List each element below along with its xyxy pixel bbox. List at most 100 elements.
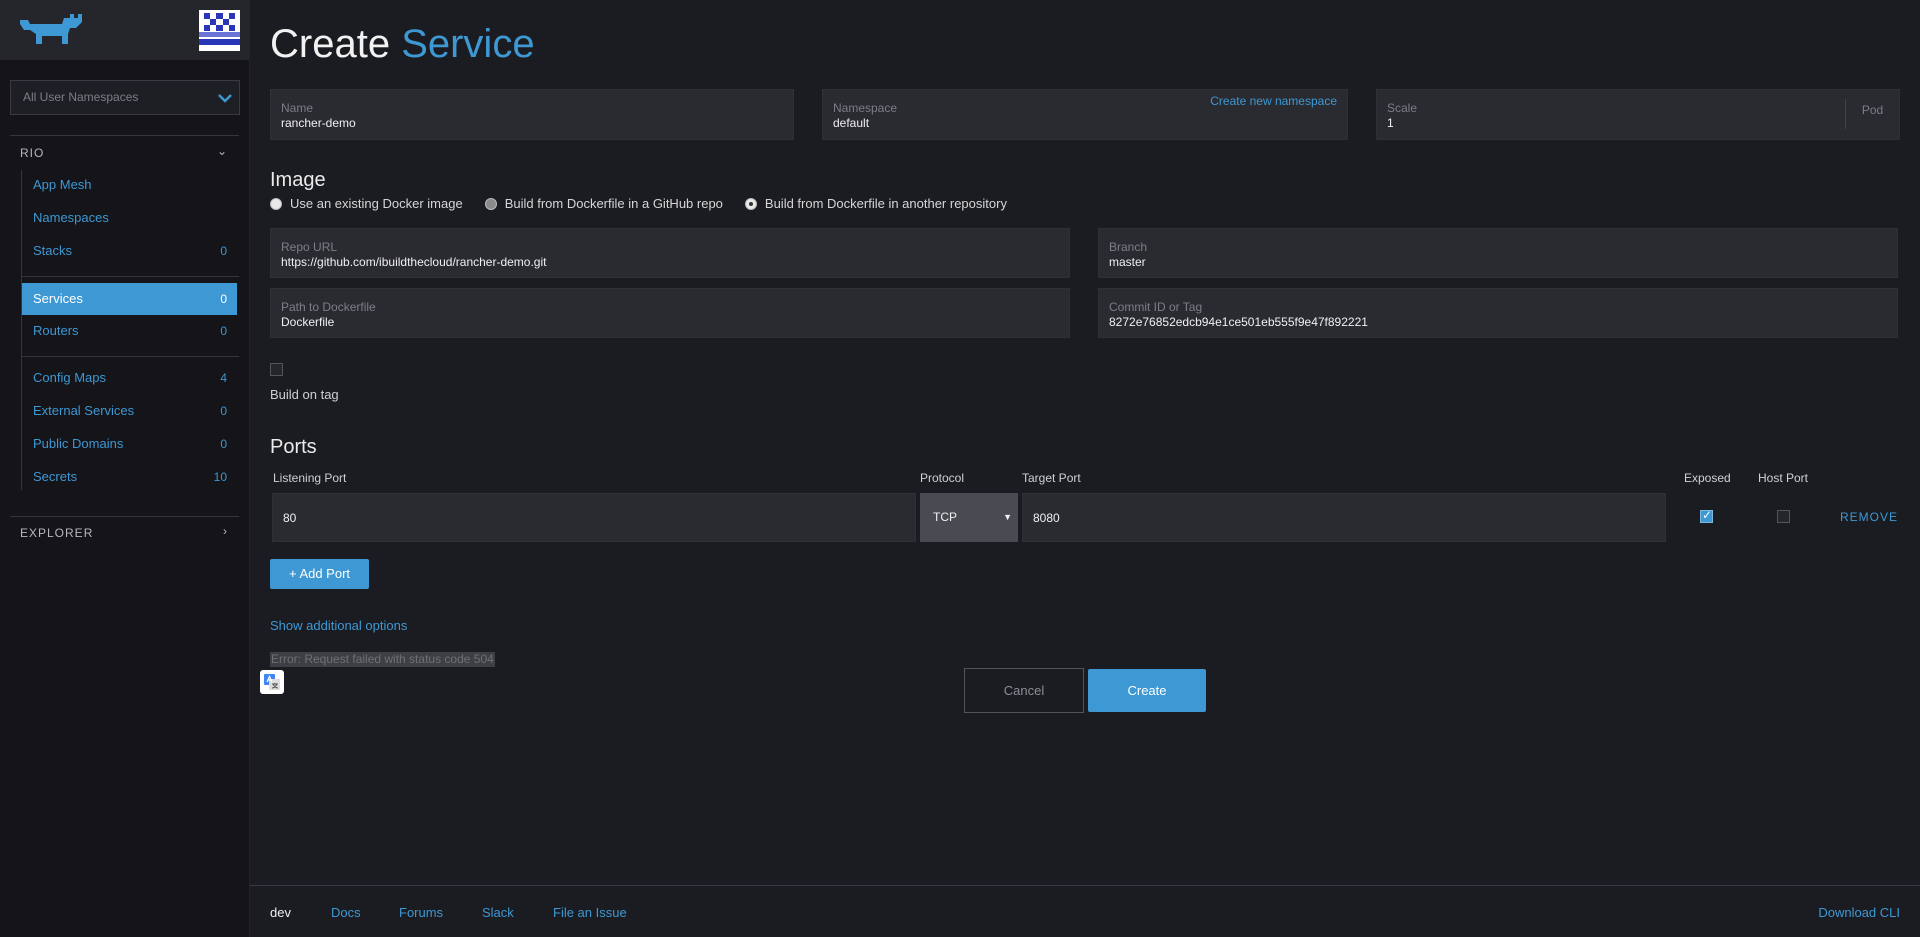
sidebar-item-external-services[interactable]: External Services 0 [22, 395, 237, 427]
radio-label: Build from Dockerfile in a GitHub repo [504, 196, 723, 211]
rancher-logo[interactable] [18, 12, 84, 46]
sidebar: All User Namespaces RIO ⌄ App Mesh Names… [0, 0, 250, 937]
radio-button-selected[interactable] [744, 197, 757, 210]
sidebar-item-label: Public Domains [33, 436, 124, 451]
sidebar-item-services[interactable]: Services 0 [22, 283, 237, 315]
sidebar-item-label: External Services [33, 403, 135, 418]
commit-field[interactable]: Commit ID or Tag 8272e76852edcb94e1ce501… [1098, 288, 1898, 338]
cancel-button[interactable]: Cancel [964, 668, 1084, 713]
translate-icon[interactable] [260, 670, 284, 694]
namespace-filter-value: All User Namespaces [23, 90, 139, 104]
footer-link-forums[interactable]: Forums [399, 905, 443, 920]
sidebar-item-count: 0 [220, 324, 227, 338]
sidebar-item-stacks[interactable]: Stacks 0 [22, 235, 237, 267]
radio-label: Build from Dockerfile in another reposit… [764, 196, 1007, 211]
name-field[interactable]: Name rancher-demo [270, 89, 794, 140]
sidebar-item-label: Stacks [33, 243, 73, 258]
footer-link-docs[interactable]: Docs [331, 905, 361, 920]
protocol-header: Protocol [920, 471, 965, 485]
radio-button[interactable] [484, 197, 497, 210]
repo-url-field[interactable]: Repo URL https://github.com/ibuildtheclo… [270, 228, 1070, 278]
host-port-header: Host Port [1758, 471, 1809, 485]
name-value: rancher-demo [281, 116, 356, 130]
error-message: Error: Request failed with status code 5… [270, 652, 495, 667]
sidebar-item-app-mesh[interactable]: App Mesh [22, 169, 237, 201]
protocol-select[interactable]: TCP ▼ [920, 493, 1018, 542]
dockerfile-path-label: Path to Dockerfile [281, 300, 376, 314]
radio-button[interactable] [270, 197, 282, 210]
repo-url-label: Repo URL [281, 240, 338, 254]
image-heading: Image [270, 169, 326, 191]
scale-unit: Pod [1845, 99, 1899, 129]
target-port-input[interactable]: 8080 [1022, 493, 1666, 542]
create-namespace-link[interactable]: Create new namespace [1210, 94, 1337, 108]
build-on-tag-label: Build on tag [270, 387, 339, 402]
scale-label: Scale [1387, 101, 1418, 115]
radio-github-repo[interactable]: Build from Dockerfile in a GitHub repo [484, 196, 723, 211]
host-port-checkbox[interactable] [1777, 510, 1790, 523]
sidebar-item-label: Secrets [33, 469, 78, 484]
user-avatar[interactable] [199, 10, 240, 51]
name-label: Name [281, 101, 314, 115]
sidebar-item-label: Services [33, 291, 83, 306]
repo-url-value: https://github.com/ibuildthecloud/ranche… [281, 255, 547, 269]
sidebar-item-config-maps[interactable]: Config Maps 4 [22, 362, 237, 394]
page-title-prefix: Create [270, 22, 391, 66]
sidebar-item-public-domains[interactable]: Public Domains 0 [22, 428, 237, 460]
namespace-value: default [833, 116, 870, 130]
sidebar-item-secrets[interactable]: Secrets 10 [22, 461, 237, 493]
sidebar-item-routers[interactable]: Routers 0 [22, 315, 237, 347]
footer-link-slack[interactable]: Slack [482, 905, 514, 920]
sidebar-item-count: 10 [213, 470, 227, 484]
footer-link-file-issue[interactable]: File an Issue [553, 905, 627, 920]
sidebar-item-count: 0 [220, 292, 227, 306]
sidebar-item-label: Config Maps [33, 370, 106, 385]
main-content: Create Service Name rancher-demo Namespa… [250, 0, 1920, 885]
nav-group-rio[interactable]: RIO [20, 146, 44, 160]
dockerfile-path-field[interactable]: Path to Dockerfile Dockerfile [270, 288, 1070, 338]
divider [22, 356, 239, 357]
add-port-button[interactable]: + Add Port [270, 559, 369, 589]
dockerfile-path-value: Dockerfile [281, 315, 335, 329]
download-cli-link[interactable]: Download CLI [1818, 905, 1900, 920]
sidebar-item-count: 4 [220, 371, 227, 385]
build-on-tag-checkbox[interactable] [270, 363, 283, 376]
exposed-header: Exposed [1684, 471, 1731, 485]
footer: dev Docs Forums Slack File an Issue Down… [250, 885, 1920, 937]
chevron-down-icon [218, 94, 232, 103]
radio-other-repo[interactable]: Build from Dockerfile in another reposit… [744, 196, 1007, 211]
page-title-accent: Service [401, 22, 535, 66]
sidebar-item-count: 0 [220, 404, 227, 418]
sidebar-item-label: Namespaces [33, 210, 109, 225]
show-additional-options-link[interactable]: Show additional options [270, 618, 407, 633]
remove-port-button[interactable]: REMOVE [1840, 510, 1898, 524]
protocol-value: TCP [933, 510, 957, 524]
create-button[interactable]: Create [1088, 669, 1206, 712]
radio-existing-image[interactable]: Use an existing Docker image [270, 196, 463, 211]
dropdown-arrow-icon: ▼ [1003, 512, 1012, 522]
target-port-header: Target Port [1022, 471, 1081, 485]
divider [10, 516, 239, 517]
branch-field[interactable]: Branch master [1098, 228, 1898, 278]
version-label: dev [270, 905, 291, 920]
ports-heading: Ports [270, 436, 317, 458]
scale-field[interactable]: Scale 1 Pod [1376, 89, 1900, 140]
namespace-field[interactable]: Namespace default Create new namespace [822, 89, 1348, 140]
sidebar-item-label: App Mesh [33, 177, 92, 192]
google-translate-icon [264, 674, 280, 690]
exposed-checkbox[interactable] [1700, 508, 1713, 523]
divider [10, 135, 239, 136]
namespace-filter-select[interactable]: All User Namespaces [10, 80, 240, 115]
chevron-down-icon[interactable]: ⌄ [217, 144, 227, 158]
chevron-right-icon[interactable]: › [223, 524, 227, 538]
sidebar-item-label: Routers [33, 323, 79, 338]
nav-group-explorer[interactable]: EXPLORER [20, 526, 93, 540]
listening-port-input[interactable]: 80 [272, 493, 916, 542]
page-title: Create Service [270, 22, 535, 67]
commit-label: Commit ID or Tag [1109, 300, 1203, 314]
scale-value: 1 [1387, 116, 1394, 130]
sidebar-item-namespaces[interactable]: Namespaces [22, 202, 237, 234]
branch-value: master [1109, 255, 1146, 269]
sidebar-item-count: 0 [220, 244, 227, 258]
image-source-radio-group: Use an existing Docker image Build from … [270, 196, 1007, 211]
